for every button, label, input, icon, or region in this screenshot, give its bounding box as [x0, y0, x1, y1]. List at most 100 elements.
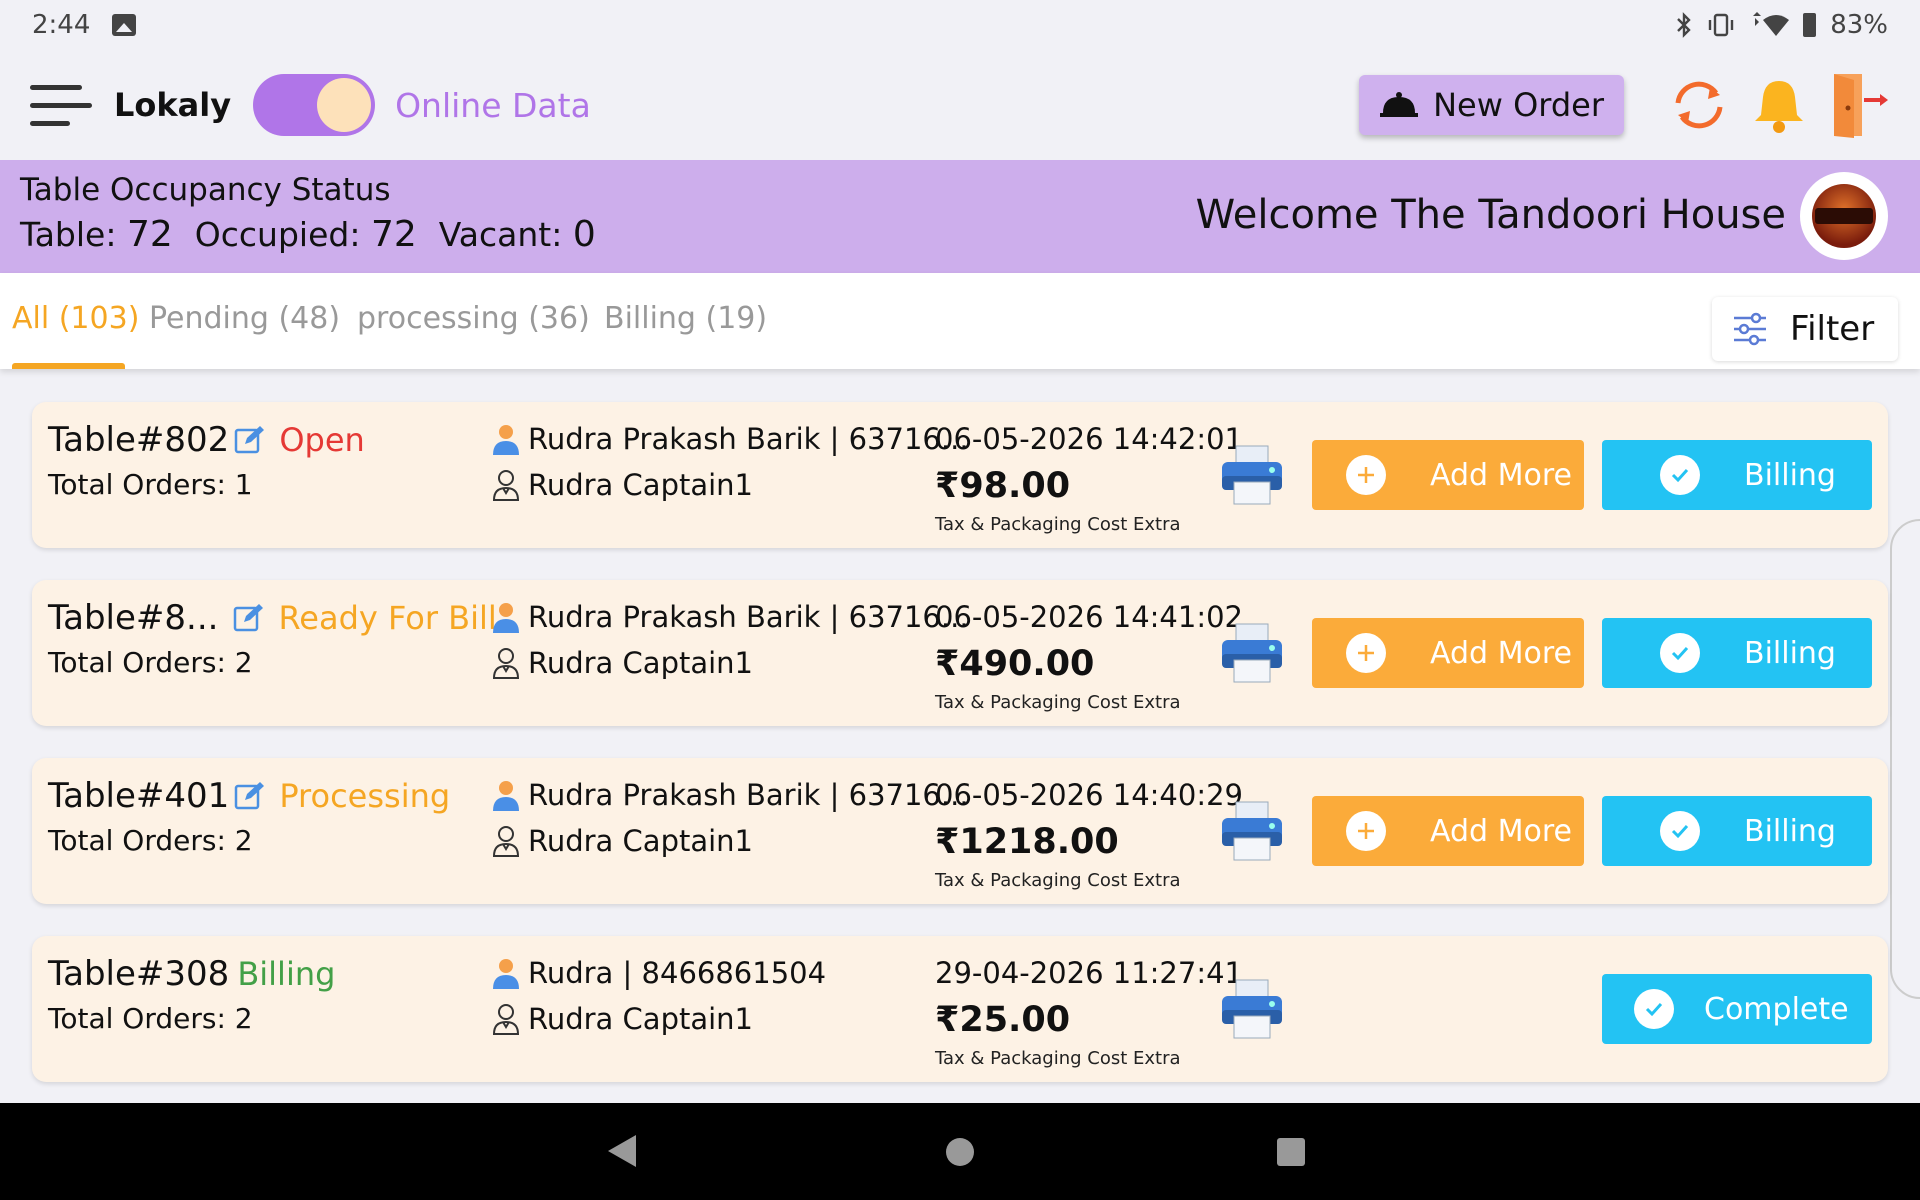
printer-icon[interactable]	[1220, 444, 1284, 506]
waiter-icon	[492, 826, 520, 857]
vacant-count-stat: Vacant: 0	[439, 214, 596, 255]
customer-name-phone: Rudra Prakash Barik | 63716...	[528, 600, 969, 634]
add-more-label: Add More	[1430, 635, 1572, 671]
home-icon[interactable]	[946, 1138, 974, 1166]
system-nav-bar	[0, 1103, 1920, 1200]
header-actions: New Order	[1359, 74, 1890, 138]
occupied-count-stat: Occupied: 72	[195, 214, 417, 255]
sync-icon	[1675, 81, 1723, 129]
captain-name: Rudra Captain1	[528, 1002, 754, 1036]
image-icon	[112, 14, 137, 36]
order-card[interactable]: Table#401 Processing Total Orders: 2 Rud…	[32, 758, 1888, 904]
table-title: Table#401 Processing	[48, 776, 450, 816]
notifications-button[interactable]	[1748, 74, 1810, 136]
waiter-icon	[492, 648, 520, 679]
customer-info: Rudra Prakash Barik | 63716...	[492, 422, 969, 456]
total-orders: Total Orders: 2	[48, 1002, 253, 1035]
order-list[interactable]: Table#802 Open Total Orders: 1 Rudra Pra…	[0, 369, 1920, 1103]
vibrate-icon	[1709, 13, 1734, 37]
recent-apps-icon[interactable]	[1277, 1138, 1305, 1166]
order-datetime: 06-05-2026 14:42:01	[935, 422, 1243, 456]
order-datetime: 06-05-2026 14:40:29	[935, 778, 1243, 812]
customer-name-phone: Rudra | 8466861504	[528, 956, 827, 990]
welcome-message: Welcome The Tandoori House	[1195, 192, 1786, 238]
add-more-button[interactable]: Add More	[1312, 440, 1584, 510]
billing-button[interactable]: Billing	[1602, 440, 1872, 510]
captain-name: Rudra Captain1	[528, 824, 754, 858]
complete-label: Complete	[1704, 991, 1849, 1027]
online-data-toggle[interactable]	[253, 74, 376, 136]
customer-info: Rudra Prakash Barik | 63716...	[492, 600, 969, 634]
order-status: Billing	[237, 955, 336, 993]
order-card[interactable]: Table#308 Billing Total Orders: 2 Rudra …	[32, 936, 1888, 1082]
captain-info: Rudra Captain1	[492, 646, 753, 680]
status-time: 2:44	[32, 10, 91, 40]
captain-name: Rudra Captain1	[528, 468, 754, 502]
new-order-label: New Order	[1433, 86, 1604, 124]
printer-icon[interactable]	[1220, 800, 1284, 862]
billing-button[interactable]: Billing	[1602, 618, 1872, 688]
billing-button[interactable]: Billing	[1602, 796, 1872, 866]
add-more-label: Add More	[1430, 457, 1572, 493]
plus-icon	[1346, 811, 1386, 851]
edit-icon[interactable]	[233, 780, 265, 812]
vacant-count-label: Vacant:	[438, 215, 563, 254]
filter-button[interactable]: Filter	[1712, 297, 1898, 361]
table-title: Table#8... Ready For Bill	[48, 598, 497, 638]
order-card[interactable]: Table#802 Open Total Orders: 1 Rudra Pra…	[32, 402, 1888, 548]
table-title: Table#308 Billing	[48, 954, 335, 994]
table-count-stat: Table: 72	[20, 214, 173, 255]
menu-icon[interactable]	[30, 83, 92, 127]
add-more-button[interactable]: Add More	[1312, 796, 1584, 866]
back-icon[interactable]	[608, 1135, 636, 1167]
vacant-count: 0	[572, 214, 596, 255]
tax-note: Tax & Packaging Cost Extra	[935, 692, 1181, 713]
table-title: Table#802 Open	[48, 420, 365, 460]
order-status: Open	[279, 421, 365, 459]
table-number: Table#308	[48, 954, 230, 994]
edit-icon[interactable]	[232, 602, 264, 634]
new-order-button[interactable]: New Order	[1359, 75, 1624, 135]
check-icon	[1660, 455, 1700, 495]
table-number: Table#401	[48, 776, 230, 816]
waiter-icon	[492, 1004, 520, 1035]
battery-icon	[1803, 13, 1817, 37]
customer-icon	[493, 781, 519, 811]
logout-icon	[1834, 74, 1888, 138]
total-orders: Total Orders: 1	[48, 468, 253, 501]
plus-icon	[1346, 455, 1386, 495]
logout-button[interactable]	[1828, 74, 1890, 138]
table-number: Table#8...	[48, 598, 219, 638]
tab-billing[interactable]: Billing (19)	[604, 301, 767, 336]
order-datetime: 29-04-2026 11:27:41	[935, 956, 1243, 990]
table-number: Table#802	[48, 420, 230, 460]
add-more-button[interactable]: Add More	[1312, 618, 1584, 688]
captain-info: Rudra Captain1	[492, 468, 753, 502]
online-data-label: Online Data	[395, 85, 591, 125]
restaurant-logo	[1800, 172, 1888, 260]
order-status: Processing	[279, 777, 451, 815]
tab-pending[interactable]: Pending (48)	[149, 301, 340, 336]
sync-button[interactable]	[1668, 74, 1730, 136]
printer-icon[interactable]	[1220, 622, 1284, 684]
battery-level: 83%	[1830, 10, 1888, 40]
customer-icon	[493, 603, 519, 633]
edit-icon[interactable]	[233, 424, 265, 456]
tab-processing[interactable]: processing (36)	[357, 301, 590, 336]
scroll-indicator	[1890, 519, 1920, 999]
bluetooth-icon	[1677, 12, 1691, 38]
customer-icon	[493, 959, 519, 989]
captain-info: Rudra Captain1	[492, 1002, 753, 1036]
printer-icon[interactable]	[1220, 978, 1284, 1040]
order-amount: ₹1218.00	[935, 822, 1119, 862]
customer-icon	[493, 425, 519, 455]
occupancy-banner: Table Occupancy Status Table: 72 Occupie…	[0, 160, 1920, 273]
billing-label: Billing	[1744, 813, 1836, 849]
tab-all[interactable]: All (103)	[12, 301, 139, 336]
order-card[interactable]: Table#8... Ready For Bill Total Orders: …	[32, 580, 1888, 726]
tax-note: Tax & Packaging Cost Extra	[935, 870, 1181, 891]
bell-icon	[1755, 81, 1803, 133]
customer-info: Rudra Prakash Barik | 63716...	[492, 778, 969, 812]
filter-sliders-icon	[1734, 312, 1766, 346]
complete-button[interactable]: Complete	[1602, 974, 1872, 1044]
